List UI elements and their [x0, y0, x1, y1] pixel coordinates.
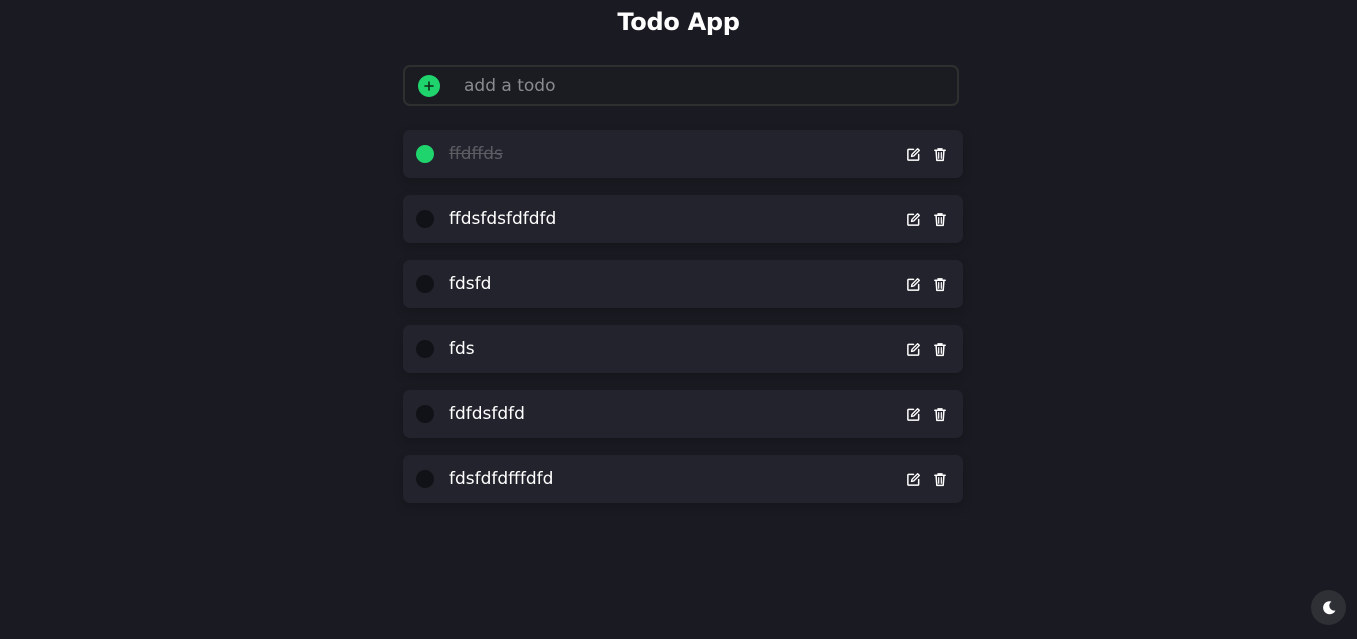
todo-text: fdsfdfdfffdfd [449, 469, 554, 489]
delete-todo-button[interactable] [932, 276, 948, 292]
delete-todo-button[interactable] [932, 406, 948, 422]
edit-todo-button[interactable] [905, 146, 921, 162]
todo-text: fds [449, 339, 475, 359]
todo-actions [905, 406, 948, 422]
todo-actions [905, 276, 948, 292]
todo-actions [905, 341, 948, 357]
todo-actions [905, 211, 948, 227]
delete-todo-button[interactable] [932, 341, 948, 357]
todo-checkbox[interactable] [416, 405, 434, 423]
edit-icon [906, 472, 920, 486]
edit-todo-button[interactable] [905, 276, 921, 292]
theme-toggle-button[interactable] [1311, 590, 1346, 625]
todo-app: Todo App ffdffds ffdsfdsfdfdfd [0, 0, 1357, 639]
add-todo-button[interactable] [418, 74, 440, 97]
todo-text: ffdsfdsfdfdfd [449, 209, 557, 229]
todo-actions [905, 146, 948, 162]
trash-icon [934, 277, 946, 291]
add-todo-input[interactable] [462, 69, 957, 102]
edit-icon [906, 277, 920, 291]
edit-icon [906, 147, 920, 161]
edit-icon [906, 407, 920, 421]
todo-text: ffdffds [449, 144, 503, 164]
todo-item: fdsfd [403, 260, 963, 308]
delete-todo-button[interactable] [932, 211, 948, 227]
moon-icon [1322, 600, 1335, 614]
todo-checkbox[interactable] [416, 470, 434, 488]
todo-checkbox[interactable] [416, 275, 434, 293]
todo-item: ffdsfdsfdfdfd [403, 195, 963, 243]
todo-item: fds [403, 325, 963, 373]
todo-actions [905, 471, 948, 487]
plus-icon [424, 80, 434, 91]
todo-text: fdfdsfdfd [449, 404, 525, 424]
edit-todo-button[interactable] [905, 211, 921, 227]
trash-icon [934, 472, 946, 486]
delete-todo-button[interactable] [932, 471, 948, 487]
trash-icon [934, 212, 946, 226]
todo-item: ffdffds [403, 130, 963, 178]
todo-item: fdfdsfdfd [403, 390, 963, 438]
trash-icon [934, 407, 946, 421]
todo-checkbox[interactable] [416, 210, 434, 228]
edit-todo-button[interactable] [905, 341, 921, 357]
todo-checkbox[interactable] [416, 340, 434, 358]
page-title: Todo App [617, 8, 740, 36]
todo-text: fdsfd [449, 274, 492, 294]
todo-list: ffdffds ffdsfdsfdfdfd fdsfd fds fdfdsfdf… [403, 130, 963, 520]
delete-todo-button[interactable] [932, 146, 948, 162]
todo-checkbox[interactable] [416, 145, 434, 163]
add-todo-bar [403, 65, 959, 106]
edit-todo-button[interactable] [905, 471, 921, 487]
trash-icon [934, 147, 946, 161]
edit-icon [906, 342, 920, 356]
edit-icon [906, 212, 920, 226]
edit-todo-button[interactable] [905, 406, 921, 422]
todo-item: fdsfdfdfffdfd [403, 455, 963, 503]
trash-icon [934, 342, 946, 356]
